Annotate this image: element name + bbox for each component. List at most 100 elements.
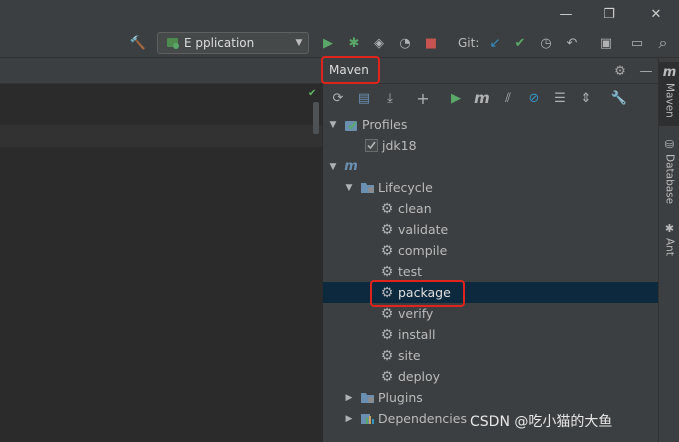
database-icon: ⛁ xyxy=(664,138,675,151)
git-rollback-icon[interactable]: ↶ xyxy=(562,33,582,53)
goal-label: install xyxy=(398,327,436,342)
gear-icon: ⚙ xyxy=(380,200,394,217)
main-toolbar: 🔨 E pplication ▼ ▶ ✱ ◈ ◔ ■ Git: ↙ ✔ ◷ ↶ … xyxy=(0,28,679,58)
hide-icon[interactable]: — xyxy=(637,62,655,80)
presentation-mode-icon[interactable]: ▭ xyxy=(627,33,647,53)
minimize-icon[interactable]: — xyxy=(543,0,589,28)
tool-window-label: Database xyxy=(663,154,676,205)
build-icon[interactable]: 🔨 xyxy=(128,33,148,53)
gear-icon: ⚙ xyxy=(380,263,394,280)
reload-icon[interactable]: ⟳ xyxy=(328,88,348,108)
right-tool-strip: m Maven ⛁ Database ✱ Ant xyxy=(658,58,679,442)
tree-node-jdk18[interactable]: jdk18 xyxy=(323,135,659,156)
watermark: CSDN @吃小猫的大鱼 xyxy=(470,414,613,430)
goal-label: test xyxy=(398,264,423,279)
execute-maven-goal-icon[interactable]: m xyxy=(472,88,492,108)
checkbox-icon[interactable] xyxy=(363,138,379,154)
goal-label: deploy xyxy=(398,369,441,384)
tree-label: Dependencies xyxy=(378,411,467,426)
git-history-icon[interactable]: ◷ xyxy=(536,33,556,53)
lifecycle-goal-install[interactable]: ⚙ install xyxy=(323,324,659,345)
chevron-down-icon[interactable]: ▼ xyxy=(327,162,339,172)
editor-current-line xyxy=(0,125,322,147)
lifecycle-goal-validate[interactable]: ⚙ validate xyxy=(323,219,659,240)
dependencies-icon xyxy=(359,411,375,427)
chevron-down-icon[interactable]: ▼ xyxy=(343,183,355,193)
coverage-icon[interactable]: ◈ xyxy=(369,33,389,53)
lifecycle-goal-verify[interactable]: ⚙ verify xyxy=(323,303,659,324)
restore-icon[interactable]: ❐ xyxy=(586,0,632,28)
editor-scrollbar[interactable] xyxy=(313,102,319,134)
tree-label: Plugins xyxy=(378,390,423,405)
stop-icon[interactable]: ■ xyxy=(421,33,441,53)
maven-header: Maven ⚙ — xyxy=(321,56,659,84)
tree-label: Profiles xyxy=(362,117,408,132)
profiles-icon xyxy=(343,117,359,133)
tree-label: Lifecycle xyxy=(378,180,433,195)
tree-node-plugins[interactable]: ▶ Plugins xyxy=(323,387,659,408)
git-commit-icon[interactable]: ✔ xyxy=(510,33,530,53)
maven-project-icon: m xyxy=(344,159,358,174)
skip-tests-icon[interactable]: ⊘ xyxy=(524,88,544,108)
add-icon[interactable]: + xyxy=(413,88,433,108)
show-dependencies-icon[interactable]: ☰ xyxy=(550,88,570,108)
gear-icon: ⚙ xyxy=(380,368,394,385)
git-update-icon[interactable]: ↙ xyxy=(485,33,505,53)
run-icon[interactable]: ▶ xyxy=(318,33,338,53)
gear-icon: ⚙ xyxy=(380,221,394,238)
wrench-icon[interactable]: 🔧 xyxy=(609,88,629,108)
lifecycle-goal-clean[interactable]: ⚙ clean xyxy=(323,198,659,219)
close-icon[interactable]: ✕ xyxy=(633,0,679,28)
highlight-box-maven-title xyxy=(321,56,380,84)
goal-label: clean xyxy=(398,201,432,216)
run-configuration-label: E pplication xyxy=(184,36,255,50)
lifecycle-goal-test[interactable]: ⚙ test xyxy=(323,261,659,282)
title-bar: — ❐ ✕ xyxy=(0,0,679,28)
ant-icon: ✱ xyxy=(664,222,675,235)
chevron-right-icon[interactable]: ▶ xyxy=(343,414,355,424)
gear-icon: ⚙ xyxy=(380,326,394,343)
gear-icon[interactable]: ⚙ xyxy=(611,62,629,80)
tool-window-maven[interactable]: m Maven xyxy=(659,62,679,126)
maven-icon: m xyxy=(662,65,677,80)
maven-tool-window: Maven ⚙ — ⟳ ▤ ⤓ + ▶ m ⫽ ⊘ ☰ ⇕ 🔧 ▼ Profil… xyxy=(321,56,659,442)
git-label: Git: xyxy=(458,36,480,50)
lifecycle-goal-site[interactable]: ⚙ site xyxy=(323,345,659,366)
folder-icon xyxy=(359,390,375,406)
tree-node-lifecycle[interactable]: ▼ Lifecycle xyxy=(323,177,659,198)
generate-sources-icon[interactable]: ▤ xyxy=(354,88,374,108)
run-icon[interactable]: ▶ xyxy=(446,88,466,108)
editor-tab-bar xyxy=(0,58,322,84)
lifecycle-goal-compile[interactable]: ⚙ compile xyxy=(323,240,659,261)
gear-icon: ⚙ xyxy=(380,242,394,259)
goal-label: site xyxy=(398,348,421,363)
maven-toolbar: ⟳ ▤ ⤓ + ▶ m ⫽ ⊘ ☰ ⇕ 🔧 xyxy=(323,85,659,111)
folder-icon xyxy=(359,180,375,196)
profile-icon[interactable]: ◔ xyxy=(395,33,415,53)
project-structure-icon[interactable]: ▣ xyxy=(596,33,616,53)
tool-window-label: Ant xyxy=(663,238,676,256)
tool-window-ant[interactable]: ✱ Ant xyxy=(659,222,679,264)
goal-label: verify xyxy=(398,306,434,321)
editor-area[interactable]: ✔ xyxy=(0,58,322,442)
goal-label: compile xyxy=(398,243,448,258)
inspection-ok-icon: ✔ xyxy=(308,88,317,99)
lifecycle-goal-deploy[interactable]: ⚙ deploy xyxy=(323,366,659,387)
gear-icon: ⚙ xyxy=(380,347,394,364)
tool-window-database[interactable]: ⛁ Database xyxy=(659,138,679,210)
tree-label: jdk18 xyxy=(382,138,417,153)
tree-node-project[interactable]: ▼ m xyxy=(323,156,659,177)
debug-icon[interactable]: ✱ xyxy=(344,33,364,53)
tool-window-label: Maven xyxy=(663,83,676,118)
chevron-down-icon[interactable]: ▼ xyxy=(327,120,339,130)
run-configuration-select[interactable]: E pplication ▼ xyxy=(157,32,309,54)
search-icon[interactable]: ⌕ xyxy=(653,33,673,53)
tree-node-profiles[interactable]: ▼ Profiles xyxy=(323,114,659,135)
chevron-down-icon: ▼ xyxy=(295,38,303,48)
collapse-all-icon[interactable]: ⇕ xyxy=(576,88,596,108)
download-icon[interactable]: ⤓ xyxy=(380,88,400,108)
gear-icon: ⚙ xyxy=(380,305,394,322)
chevron-right-icon[interactable]: ▶ xyxy=(343,393,355,403)
application-icon xyxy=(166,36,180,50)
offline-mode-icon[interactable]: ⫽ xyxy=(498,88,518,108)
